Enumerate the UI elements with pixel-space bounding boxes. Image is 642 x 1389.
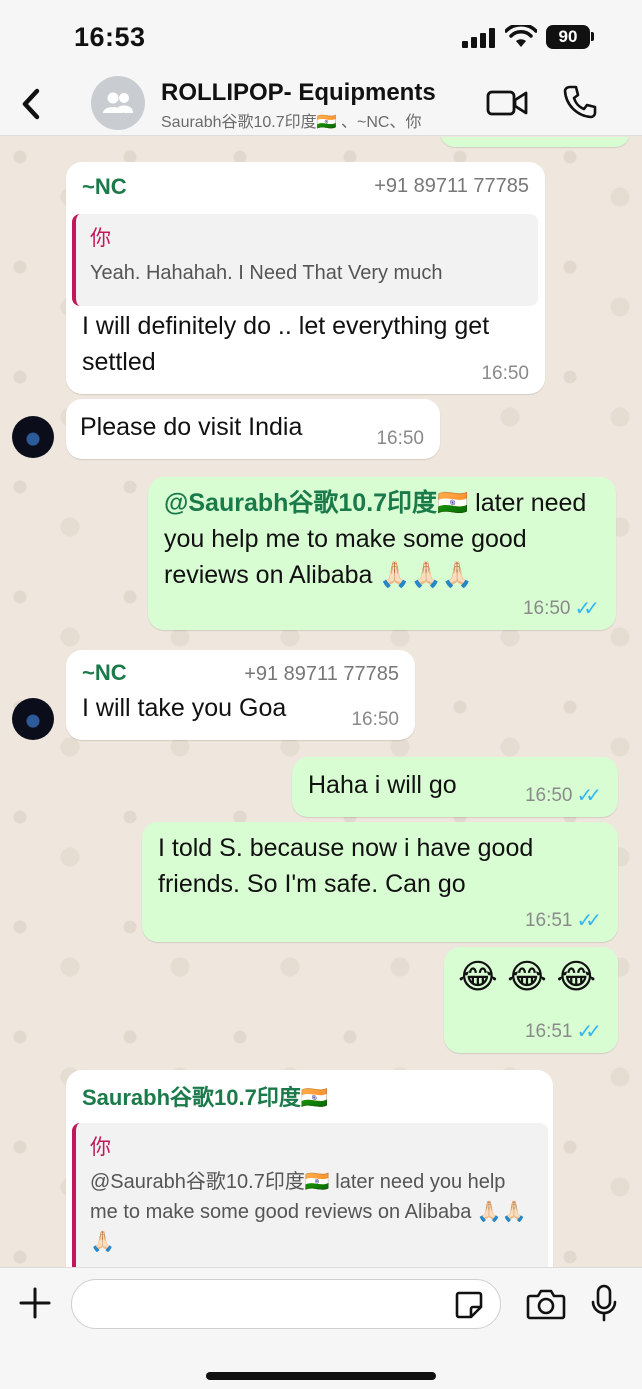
message-text: @Saurabh谷歌10.7印度🇮🇳 later need you help m… xyxy=(164,485,600,593)
chat-title[interactable]: ROLLIPOP- Equipments xyxy=(161,79,436,107)
quote-author: 你 xyxy=(90,227,111,250)
message-text: 😂 😂 😂 xyxy=(458,958,597,996)
sender-name[interactable]: ~NC xyxy=(82,174,127,200)
back-button[interactable] xyxy=(16,84,46,124)
message-input[interactable] xyxy=(71,1279,501,1329)
video-call-icon[interactable] xyxy=(486,88,528,118)
camera-icon[interactable] xyxy=(526,1286,566,1322)
sender-name[interactable]: Saurabh谷歌10.7印度🇮🇳 xyxy=(82,1080,328,1112)
message-bubble[interactable]: I told S. because now i have good friend… xyxy=(142,822,618,942)
battery-icon: 90 xyxy=(546,25,590,49)
composer-bar xyxy=(0,1267,642,1389)
read-receipt-icon: ✓✓ xyxy=(576,785,601,807)
message-time: 16:50 xyxy=(376,428,424,449)
read-receipt-icon: ✓✓ xyxy=(576,1021,601,1043)
attach-plus-icon[interactable] xyxy=(18,1286,52,1320)
sticker-icon[interactable] xyxy=(453,1289,485,1321)
read-receipt-icon: ✓✓ xyxy=(576,910,601,932)
battery-tip xyxy=(591,32,594,41)
home-indicator xyxy=(206,1372,436,1380)
message-text: I will take you Goa xyxy=(82,694,287,722)
cellular-signal-icon xyxy=(462,28,496,48)
quote-mention: @Saurabh谷歌10.7印度🇮🇳 xyxy=(90,1171,330,1193)
message-bubble[interactable]: ~NC +91 89711 77785 你 Yeah. Hahahah. I N… xyxy=(66,162,545,394)
message-text: Please do visit India xyxy=(80,413,303,441)
wifi-icon xyxy=(505,25,537,47)
message-bubble[interactable]: 😂 😂 😂 16:51 ✓✓ xyxy=(444,947,618,1053)
chat-participants[interactable]: Saurabh谷歌10.7印度🇮🇳 、~NC、你 xyxy=(161,108,421,132)
voice-call-icon[interactable] xyxy=(562,84,598,120)
message-bubble-partial[interactable] xyxy=(440,137,630,147)
quoted-message[interactable]: 你 Yeah. Hahahah. I Need That Very much xyxy=(72,214,538,306)
status-time: 16:53 xyxy=(74,22,146,52)
mention[interactable]: @Saurabh谷歌10.7印度🇮🇳 xyxy=(164,489,468,517)
group-avatar[interactable] xyxy=(91,76,145,130)
sender-name[interactable]: ~NC xyxy=(82,660,127,686)
message-bubble[interactable]: @Saurabh谷歌10.7印度🇮🇳 later need you help m… xyxy=(148,477,616,630)
sender-avatar[interactable] xyxy=(12,698,54,740)
message-time: 16:50 xyxy=(524,784,573,806)
read-receipt-icon: ✓✓ xyxy=(574,598,599,620)
message-meta: 16:51 ✓✓ xyxy=(525,908,602,933)
message-text: I told S. because now i have good friend… xyxy=(158,834,534,898)
message-meta: 16:51 ✓✓ xyxy=(525,1019,602,1044)
message-text: I will definitely do .. let everything g… xyxy=(82,312,490,376)
sender-phone: +91 89711 77785 xyxy=(374,175,529,197)
message-meta: 16:50 xyxy=(481,363,529,385)
microphone-icon[interactable] xyxy=(590,1284,618,1322)
group-icon xyxy=(103,92,133,113)
message-meta: 16:50 ✓✓ xyxy=(525,783,602,808)
message-time: 16:50 xyxy=(522,597,571,619)
quote-text: @Saurabh谷歌10.7印度🇮🇳 later need you help m… xyxy=(90,1167,534,1257)
message-bubble[interactable]: Saurabh谷歌10.7印度🇮🇳 你 @Saurabh谷歌10.7印度🇮🇳 l… xyxy=(66,1070,553,1267)
quote-text: Yeah. Hahahah. I Need That Very much xyxy=(90,262,443,284)
message-meta: 16:50 xyxy=(376,428,424,450)
message-meta: 16:50 ✓✓ xyxy=(523,596,600,621)
message-bubble[interactable]: ~NC +91 89711 77785 I will take you Goa … xyxy=(66,650,415,740)
sender-avatar[interactable] xyxy=(12,416,54,458)
message-time: 16:50 xyxy=(351,709,399,730)
message-bubble[interactable]: Please do visit India 16:50 xyxy=(66,399,440,459)
message-time: 16:51 xyxy=(524,1020,573,1042)
message-bubble[interactable]: Haha i will go 16:50 ✓✓ xyxy=(292,757,618,817)
sender-phone: +91 89711 77785 xyxy=(244,663,399,685)
quote-author: 你 xyxy=(90,1136,111,1159)
message-meta: 16:50 xyxy=(351,709,399,731)
message-time: 16:50 xyxy=(481,363,529,384)
chat-header: ROLLIPOP- Equipments Saurabh谷歌10.7印度🇮🇳 、… xyxy=(0,72,642,136)
quoted-message[interactable]: 你 @Saurabh谷歌10.7印度🇮🇳 later need you help… xyxy=(72,1123,548,1267)
message-list[interactable]: ~NC +91 89711 77785 你 Yeah. Hahahah. I N… xyxy=(0,137,642,1267)
status-bar: 16:53 90 xyxy=(0,0,642,72)
message-time: 16:51 xyxy=(524,909,573,931)
